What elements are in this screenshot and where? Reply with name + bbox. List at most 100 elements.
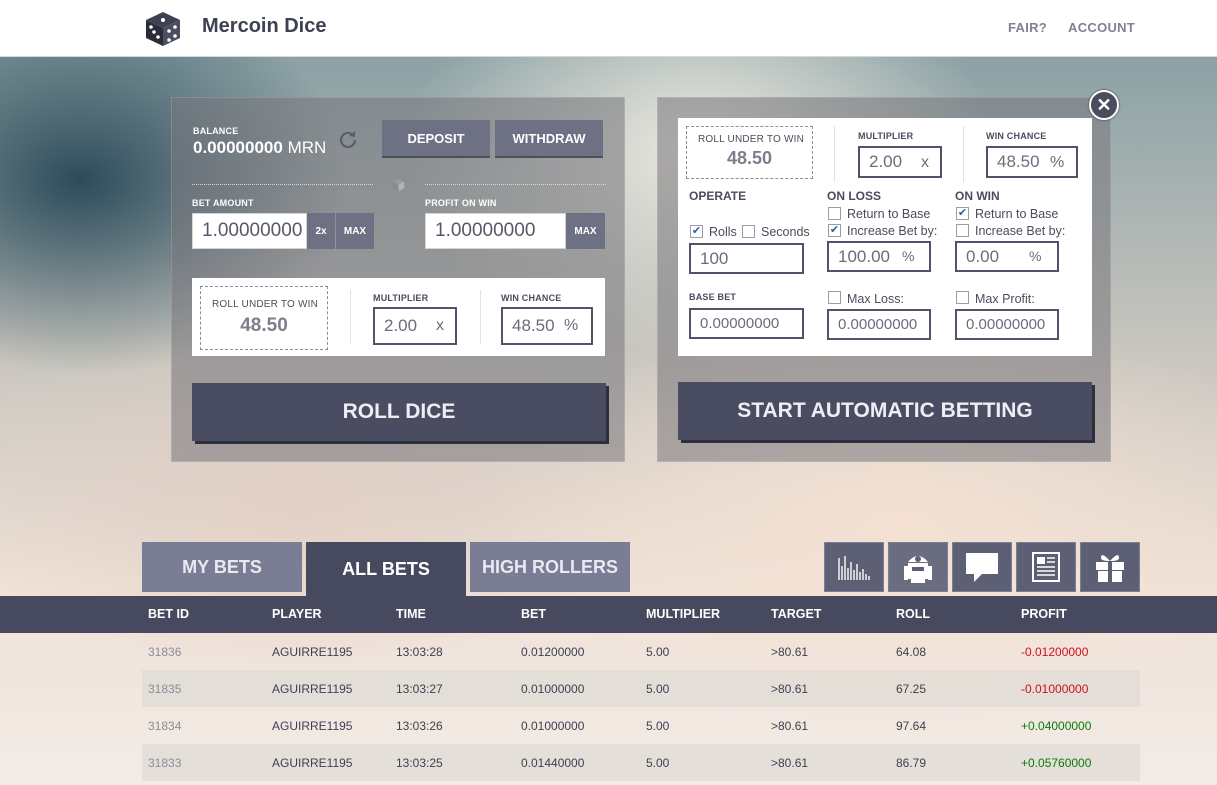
- win-increase-checkbox[interactable]: [956, 224, 969, 237]
- chat-icon[interactable]: [952, 542, 1012, 592]
- loss-increase-input[interactable]: 100.00: [827, 241, 931, 272]
- col-target: TARGET: [771, 607, 822, 621]
- win-increase-input[interactable]: 0.00: [955, 241, 1059, 272]
- divider-left: [192, 184, 373, 185]
- table-row: 31835 AGUIRRE1195 13:03:27 0.01000000 5.…: [142, 670, 1140, 707]
- close-icon[interactable]: ✕: [1089, 90, 1119, 120]
- auto-roll-under-box[interactable]: ROLL UNDER TO WIN 48.50: [686, 126, 813, 179]
- max-bet-button[interactable]: MAX: [336, 213, 374, 249]
- cell-bet-id[interactable]: 31834: [148, 719, 181, 733]
- loss-return-label: Return to Base: [847, 207, 931, 221]
- cell-bet-id[interactable]: 31836: [148, 645, 181, 659]
- auto-card-divider: [834, 126, 835, 182]
- col-player: PLAYER: [272, 607, 322, 621]
- auto-multiplier-input[interactable]: 2.00: [858, 146, 942, 178]
- col-roll: ROLL: [896, 607, 931, 621]
- cell-target: >80.61: [771, 719, 809, 733]
- start-automatic-betting-button[interactable]: START AUTOMATIC BETTING: [678, 382, 1092, 440]
- on-win-label: ON WIN: [955, 189, 1000, 203]
- refresh-icon[interactable]: [336, 128, 360, 152]
- operate-input[interactable]: 100: [689, 243, 804, 274]
- top-bar: Mercoin Dice FAIR? ACCOUNT: [0, 0, 1217, 57]
- win-percent-unit: %: [1029, 248, 1042, 264]
- auto-multiplier-unit: x: [921, 154, 929, 171]
- tab-all-bets[interactable]: ALL BETS: [306, 542, 466, 596]
- double-bet-button[interactable]: 2x: [307, 213, 335, 249]
- cell-profit: -0.01200000: [1021, 645, 1089, 659]
- stats-chart-icon[interactable]: [824, 542, 884, 592]
- gift-icon[interactable]: [1080, 542, 1140, 592]
- stats-chart-glyph: [838, 556, 870, 580]
- cell-roll: 67.25: [896, 682, 927, 696]
- cell-profit: -0.01000000: [1021, 682, 1089, 696]
- cell-bet: 0.01000000: [521, 682, 585, 696]
- seconds-label: Seconds: [761, 225, 810, 239]
- rolls-label: Rolls: [709, 225, 737, 239]
- news-glyph: [1032, 552, 1060, 582]
- bet-amount-label: BET AMOUNT: [192, 198, 254, 208]
- balance-display: 0.00000000 MRN: [193, 138, 326, 158]
- cell-profit: +0.05760000: [1021, 756, 1092, 770]
- nav-account-link[interactable]: ACCOUNT: [1068, 20, 1135, 35]
- cell-bet-id[interactable]: 31833: [148, 756, 181, 770]
- win-chance-unit: %: [564, 317, 579, 334]
- roll-under-label: ROLL UNDER TO WIN: [212, 299, 319, 310]
- loss-return-checkbox[interactable]: [828, 207, 841, 220]
- operate-label: OPERATE: [689, 189, 747, 203]
- max-loss-checkbox[interactable]: [828, 291, 841, 304]
- news-icon[interactable]: [1016, 542, 1076, 592]
- deposit-button[interactable]: DEPOSIT: [382, 120, 490, 158]
- tab-high-rollers[interactable]: HIGH ROLLERS: [470, 542, 630, 592]
- bet-amount-input[interactable]: 1.00000000: [192, 213, 307, 249]
- auto-roll-under-value: 48.50: [726, 148, 773, 168]
- table-row: 31834 AGUIRRE1195 13:03:26 0.01000000 5.…: [142, 707, 1140, 744]
- seconds-checkbox[interactable]: [742, 225, 755, 238]
- loss-increase-checkbox[interactable]: ✔: [828, 224, 841, 237]
- loss-increase-label: Increase Bet by:: [847, 224, 938, 238]
- cell-player[interactable]: AGUIRRE1195: [272, 682, 352, 696]
- base-bet-label: BASE BET: [689, 292, 737, 302]
- tab-my-bets[interactable]: MY BETS: [142, 542, 302, 592]
- withdraw-button[interactable]: WITHDRAW: [495, 120, 603, 158]
- on-loss-label: ON LOSS: [827, 189, 882, 203]
- dice-logo-icon[interactable]: [143, 8, 183, 48]
- col-profit: PROFIT: [1021, 607, 1067, 621]
- cell-target: >80.61: [771, 682, 809, 696]
- col-bet: BET: [521, 607, 546, 621]
- chat-glyph: [966, 553, 998, 582]
- auto-card-divider-2: [963, 126, 964, 182]
- cell-target: >80.61: [771, 645, 809, 659]
- cell-player[interactable]: AGUIRRE1195: [272, 719, 352, 733]
- win-chance-input[interactable]: 48.50: [501, 307, 593, 345]
- auto-bet-panel: ROLL UNDER TO WIN 48.50 MULTIPLIER 2.00 …: [657, 97, 1111, 462]
- brand-name[interactable]: Mercoin Dice: [202, 15, 326, 38]
- max-loss-input[interactable]: 0.00000000: [827, 309, 931, 340]
- cell-multiplier: 5.00: [646, 756, 670, 770]
- roll-dice-button[interactable]: ROLL DICE: [192, 383, 606, 441]
- max-profit-input[interactable]: 0.00000000: [955, 309, 1059, 340]
- col-bet-id: BET ID: [148, 607, 189, 621]
- base-bet-input[interactable]: 0.00000000: [689, 308, 804, 339]
- max-profit-button[interactable]: MAX: [566, 213, 605, 249]
- auto-settings-card: ROLL UNDER TO WIN 48.50 MULTIPLIER 2.00 …: [678, 118, 1092, 356]
- robot-icon[interactable]: [888, 542, 948, 592]
- win-return-label: Return to Base: [975, 207, 1059, 221]
- win-return-checkbox[interactable]: ✔: [956, 207, 969, 220]
- balance-label: BALANCE: [193, 126, 239, 136]
- profit-on-win-input[interactable]: 1.00000000: [425, 213, 566, 249]
- max-profit-checkbox[interactable]: [956, 291, 969, 304]
- cell-time: 13:03:27: [396, 682, 443, 696]
- auto-roll-under-label: ROLL UNDER TO WIN: [698, 134, 805, 145]
- win-increase-label: Increase Bet by:: [975, 224, 1066, 238]
- cell-player[interactable]: AGUIRRE1195: [272, 756, 352, 770]
- cell-time: 13:03:28: [396, 645, 443, 659]
- cell-bet-id[interactable]: 31835: [148, 682, 181, 696]
- multiplier-input[interactable]: 2.00: [373, 307, 457, 345]
- cell-profit: +0.04000000: [1021, 719, 1092, 733]
- nav-fair-link[interactable]: FAIR?: [1008, 20, 1047, 35]
- cell-time: 13:03:26: [396, 719, 443, 733]
- auto-win-chance-label: WIN CHANCE: [986, 131, 1047, 141]
- roll-under-box[interactable]: ROLL UNDER TO WIN 48.50: [200, 286, 328, 350]
- rolls-checkbox[interactable]: ✔: [690, 225, 703, 238]
- cell-player[interactable]: AGUIRRE1195: [272, 645, 352, 659]
